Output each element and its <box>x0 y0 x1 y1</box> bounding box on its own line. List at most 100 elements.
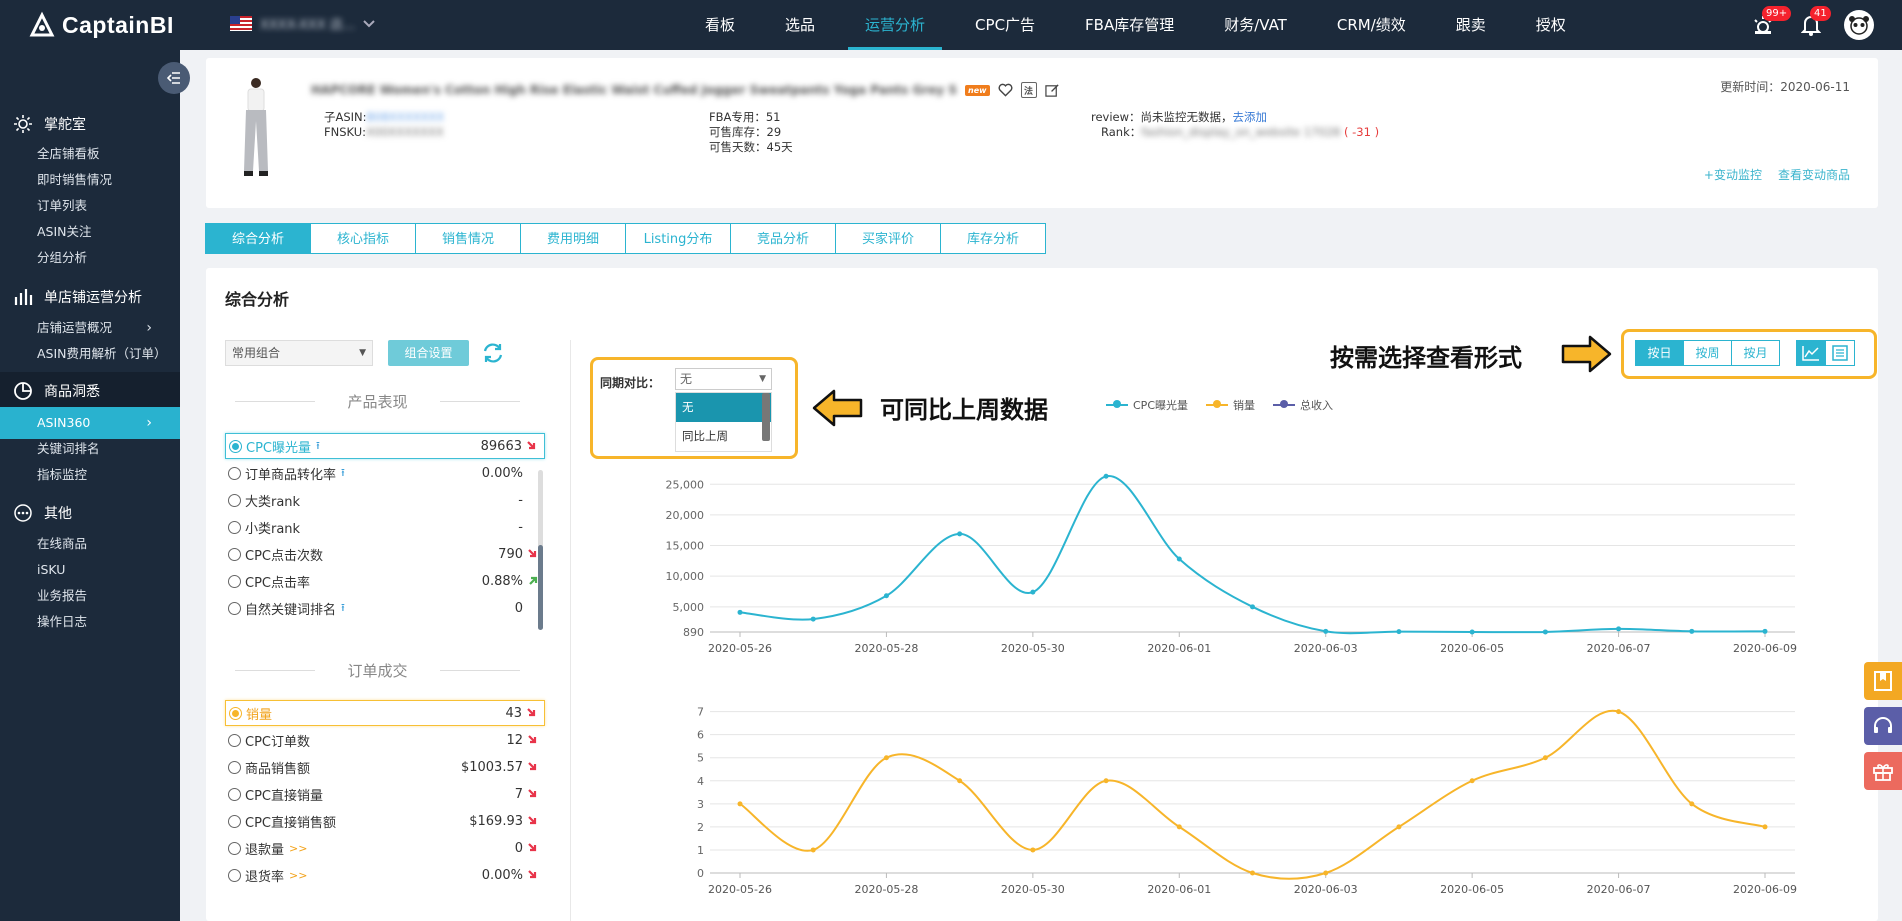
metric-radio[interactable] <box>229 706 242 720</box>
nav-item-5[interactable]: 财务/VAT <box>1199 0 1312 50</box>
metric-row[interactable]: 退款量 >> 0 <box>225 835 545 861</box>
metric-radio[interactable] <box>228 466 241 480</box>
data-point[interactable] <box>1542 629 1548 635</box>
law-icon[interactable]: 法 <box>1020 82 1037 98</box>
support-float-button[interactable] <box>1864 707 1902 745</box>
data-point[interactable] <box>1542 755 1548 761</box>
data-point[interactable] <box>1030 589 1036 595</box>
gift-float-button[interactable] <box>1864 752 1902 790</box>
metric-row[interactable]: CPC订单数 12 <box>225 727 545 753</box>
metric-row[interactable]: 退货率 >> 0.00% <box>225 862 545 888</box>
add-monitor-link[interactable]: +变动监控 <box>1704 166 1762 183</box>
line-chart-view-button[interactable] <box>1796 340 1826 366</box>
period-button-1[interactable]: 按周 <box>1683 340 1732 366</box>
nav-item-6[interactable]: CRM/绩效 <box>1312 0 1431 50</box>
metric-radio[interactable] <box>228 868 241 882</box>
data-point[interactable] <box>1396 629 1402 635</box>
sidebar-group-3[interactable]: 其他 <box>0 494 180 532</box>
metric-radio[interactable] <box>228 787 241 801</box>
period-button-0[interactable]: 按日 <box>1635 340 1684 366</box>
bell-icon[interactable]: 41 <box>1796 6 1831 40</box>
data-point[interactable] <box>1616 709 1622 715</box>
nav-item-2[interactable]: 运营分析 <box>840 0 950 50</box>
data-point[interactable] <box>1616 626 1622 632</box>
data-point[interactable] <box>1030 847 1036 853</box>
metric-row[interactable]: 大类rank - <box>225 487 545 513</box>
combo-settings-button[interactable]: 组合设置 <box>388 340 469 366</box>
captainbi-logo[interactable]: CaptainBI <box>28 10 174 40</box>
metric-radio[interactable] <box>228 733 241 747</box>
sidebar-item-1-1[interactable]: ASIN费用解析（订单） <box>0 338 180 370</box>
data-point[interactable] <box>1689 801 1695 807</box>
user-avatar[interactable] <box>1844 10 1874 40</box>
nav-item-8[interactable]: 授权 <box>1511 0 1591 50</box>
metric-radio[interactable] <box>228 601 241 615</box>
data-point[interactable] <box>957 531 963 537</box>
data-point[interactable] <box>1469 629 1475 635</box>
data-point[interactable] <box>1762 824 1768 830</box>
metric-radio[interactable] <box>228 574 241 588</box>
metric-row[interactable]: CPC曝光量 ⭱ 89663 <box>225 433 545 459</box>
data-point[interactable] <box>1689 628 1695 634</box>
sidebar-item-0-4[interactable]: 分组分析 <box>0 242 180 274</box>
data-point[interactable] <box>737 609 743 615</box>
nav-item-0[interactable]: 看板 <box>680 0 760 50</box>
tab-7[interactable]: 库存分析 <box>940 223 1046 254</box>
tab-1[interactable]: 核心指标 <box>310 223 416 254</box>
data-point[interactable] <box>883 755 889 761</box>
data-point[interactable] <box>1469 778 1475 784</box>
data-point[interactable] <box>1250 870 1255 876</box>
sidebar-item-3-3[interactable]: 操作日志 <box>0 606 180 638</box>
review-add-link[interactable]: 去添加 <box>1233 110 1268 124</box>
metric-row[interactable]: 小类rank - <box>225 514 545 540</box>
metric-row[interactable]: CPC直接销量 7 <box>225 781 545 807</box>
dropdown-scrollbar[interactable] <box>762 393 770 441</box>
sidebar-collapse-button[interactable] <box>158 62 190 94</box>
metric-radio[interactable] <box>228 841 241 855</box>
data-point[interactable] <box>957 778 963 784</box>
data-point[interactable] <box>1176 824 1182 830</box>
data-point[interactable] <box>883 593 889 599</box>
compare-option-last-week[interactable]: 同比上周 <box>676 422 771 451</box>
metric-row[interactable]: 销量 43 <box>225 700 545 726</box>
data-point[interactable] <box>1323 870 1329 876</box>
store-selector[interactable]: XXXX-XXX 店... <box>230 14 375 33</box>
metric-radio[interactable] <box>228 547 241 561</box>
data-point[interactable] <box>1762 628 1768 634</box>
compare-select[interactable]: 无 ▼ <box>675 368 772 390</box>
child-asin-link[interactable]: B08XXXXXXX <box>367 110 445 124</box>
data-point[interactable] <box>810 616 816 622</box>
tab-4[interactable]: Listing分布 <box>625 223 731 254</box>
more-link[interactable]: >> <box>289 869 307 882</box>
metric-radio[interactable] <box>229 439 242 453</box>
metric-radio[interactable] <box>228 814 241 828</box>
data-point[interactable] <box>1103 778 1109 784</box>
sidebar-item-2-2[interactable]: 指标监控 <box>0 459 180 491</box>
table-view-button[interactable] <box>1825 340 1855 366</box>
tab-6[interactable]: 买家评价 <box>835 223 941 254</box>
legend-item-1[interactable]: 销量 <box>1206 397 1255 413</box>
metric-row[interactable]: CPC点击次数 790 <box>225 541 545 567</box>
data-point[interactable] <box>1396 824 1402 830</box>
product-title[interactable]: HAPCORE Women's Cotton High Rise Elastic… <box>311 83 957 97</box>
data-point[interactable] <box>737 801 743 807</box>
data-point[interactable] <box>1103 473 1109 479</box>
sidebar-group-2[interactable]: 商品洞悉 <box>0 372 180 410</box>
metric-row[interactable]: CPC直接销售额 $169.93 <box>225 808 545 834</box>
data-point[interactable] <box>1176 556 1182 562</box>
legend-item-2[interactable]: 总收入 <box>1273 397 1333 413</box>
edit-icon[interactable] <box>1044 83 1060 98</box>
data-point[interactable] <box>1323 628 1329 634</box>
metric-radio[interactable] <box>228 760 241 774</box>
heart-icon[interactable] <box>998 83 1013 97</box>
metric-row[interactable]: CPC点击率 0.88% <box>225 568 545 594</box>
data-point[interactable] <box>810 847 816 853</box>
compare-option-none[interactable]: 无 <box>676 393 771 422</box>
data-point[interactable] <box>1250 604 1255 610</box>
upload-icon[interactable]: ⭱ <box>341 464 345 483</box>
tab-0[interactable]: 综合分析 <box>205 223 311 254</box>
metric-radio[interactable] <box>228 493 241 507</box>
combo-select[interactable]: 常用组合 ▼ <box>225 340 373 366</box>
more-link[interactable]: >> <box>289 842 307 855</box>
metric-row[interactable]: 自然关键词排名 ⭱ 0 <box>225 595 545 621</box>
